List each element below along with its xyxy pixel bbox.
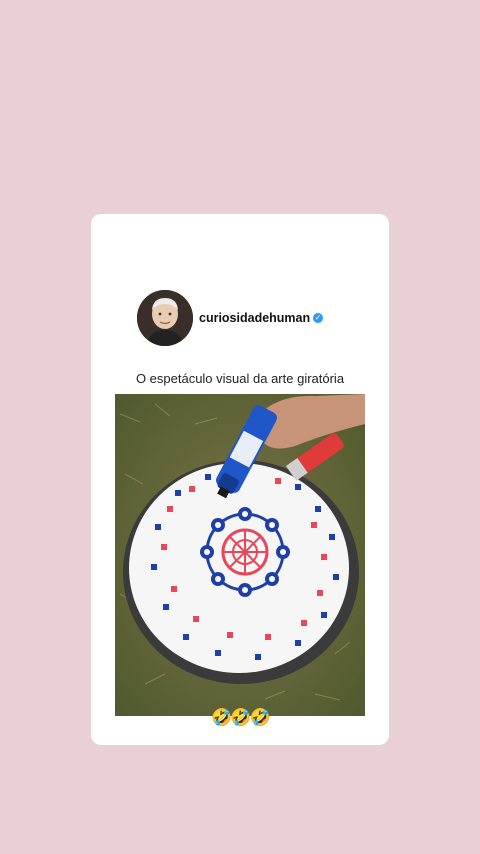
verified-badge-icon: ✓ [313, 313, 324, 323]
post-header: curiosidadehuman ✓ [137, 290, 324, 346]
username[interactable]: curiosidadehuman [199, 311, 310, 325]
avatar[interactable] [137, 290, 193, 346]
post-card: curiosidadehuman ✓ O espetáculo visual d… [91, 214, 389, 745]
post-image[interactable] [115, 394, 365, 716]
reaction-emoji: 🤣🤣🤣 [211, 708, 271, 727]
post-caption: O espetáculo visual da arte giratória [135, 371, 345, 386]
